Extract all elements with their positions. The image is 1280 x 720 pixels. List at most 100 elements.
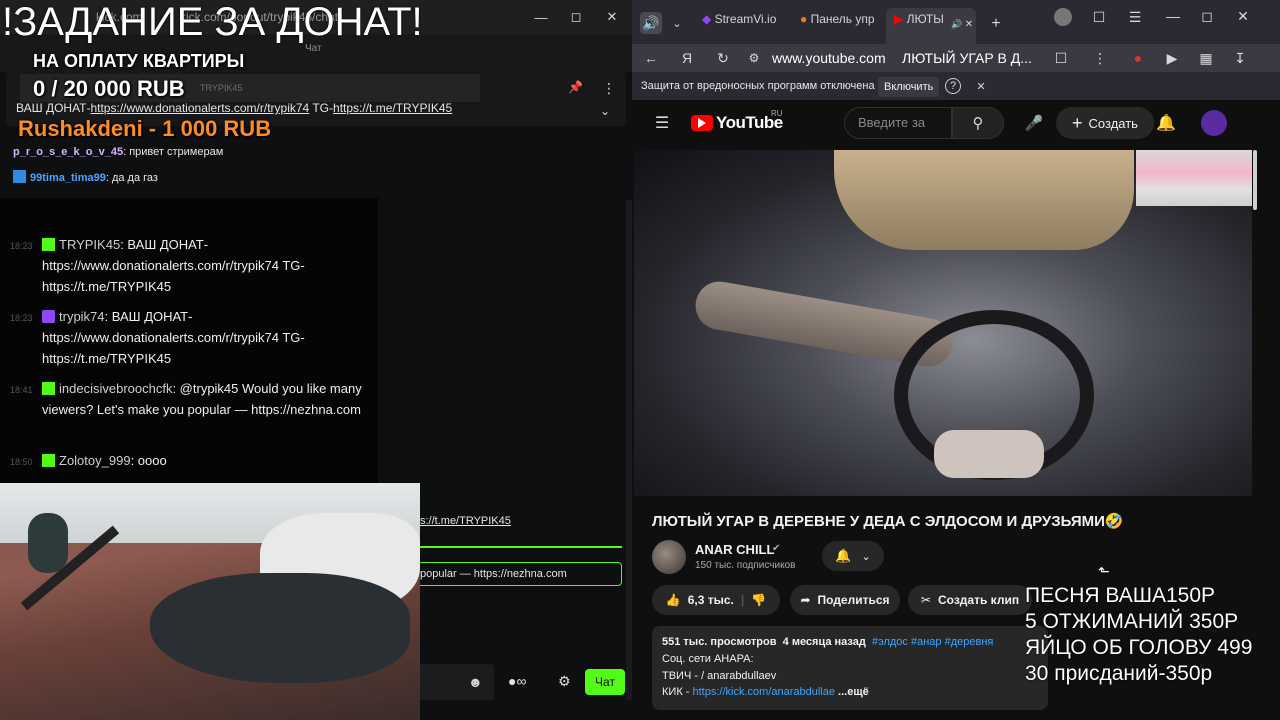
create-label: Создать <box>1088 115 1138 131</box>
media-icon[interactable]: ▶ <box>1164 48 1180 68</box>
clip-label: Создать клип <box>937 593 1020 607</box>
like-count: 6,3 тыс. <box>687 593 734 607</box>
donation-goal-count: 0 / 20 000 RUB <box>33 76 185 101</box>
mouse-cursor-icon: ⬑ <box>1098 563 1110 579</box>
description-line: ТВИЧ - / anarabdullaev <box>662 670 777 682</box>
yandex-icon[interactable]: Я <box>678 48 696 68</box>
kick-link[interactable]: https://kick.com/anarabdullae <box>693 686 835 698</box>
tab-streamvi[interactable]: ◆ StreamVi.io <box>702 12 782 36</box>
message-time: 18:23 <box>10 241 33 251</box>
chat-username[interactable]: indecisivebroochcfk <box>59 381 172 396</box>
reload-icon[interactable]: ↻ <box>714 48 732 68</box>
maximize-button[interactable]: ◻ <box>1198 6 1216 26</box>
youtube-region: RU <box>771 109 783 118</box>
video-overlay-thumbnail <box>1136 150 1252 206</box>
price-item: 30 присданий-350р <box>1025 662 1213 685</box>
message-time: 18:50 <box>10 457 33 467</box>
tab-icon: ● <box>800 12 811 26</box>
reply-divider <box>420 546 622 548</box>
tab-label: Панель упр <box>810 12 875 26</box>
extensions-icon[interactable]: ▦ <box>1198 48 1214 68</box>
tab-label: ЛЮТЫ <box>906 12 944 26</box>
back-icon[interactable]: ← <box>642 48 660 68</box>
minimize-button[interactable]: — <box>1164 6 1182 26</box>
video-title: ЛЮТЫЙ УГАР В ДЕРЕВНЕ У ДЕДА С ЭЛДОСОМ И … <box>652 513 1124 530</box>
chat-username[interactable]: Zolotoy_999 <box>59 453 131 468</box>
kick-badge-icon <box>42 238 55 251</box>
chat-username[interactable]: trypik74 <box>59 309 105 324</box>
upload-date: 4 месяца назад <box>782 636 866 648</box>
close-button[interactable]: ✕ <box>601 6 623 28</box>
new-tab-icon[interactable]: + <box>987 14 1005 34</box>
more-options-icon[interactable]: ⋮ <box>602 80 616 97</box>
points-button[interactable]: ●∞ <box>508 673 526 689</box>
avatar[interactable] <box>1201 110 1227 136</box>
subscription-bell-button[interactable]: 🔔 ⌄ <box>822 541 884 571</box>
chat-side-area <box>378 198 632 488</box>
microphone-icon <box>28 513 68 573</box>
video-player[interactable] <box>634 150 1252 496</box>
twitch-badge-icon <box>42 310 55 323</box>
chat-text: : да да газ <box>105 172 158 184</box>
profile-icon[interactable] <box>1054 8 1072 26</box>
help-icon[interactable]: ? <box>945 78 961 94</box>
bookmark-icon[interactable]: ☐ <box>1052 48 1070 68</box>
video-frame-hand <box>934 430 1044 478</box>
hashtags[interactable]: #элдос #анар #деревня <box>872 636 993 648</box>
donation-goal-title: !ЗАДАНИЕ ЗА ДОНАТ! <box>2 0 423 44</box>
telegram-link[interactable]: s://t.me/TRYPIK45 <box>420 515 511 527</box>
site-info-icon[interactable]: ⚙ <box>746 48 762 68</box>
minimize-button[interactable]: — <box>530 6 552 28</box>
message-time: 18:23 <box>10 313 33 323</box>
donation-price-list: ПЕСНЯ ВАША150Р 5 ОТЖИМАНИЙ 350Р ЯЙЦО ОБ … <box>1025 583 1252 687</box>
gear-icon[interactable]: ⚙ <box>558 673 571 690</box>
menu-icon[interactable]: ☰ <box>1126 8 1144 26</box>
chat-username[interactable]: TRYPIK45 <box>59 237 120 252</box>
pinned-donation-link[interactable]: https://www.donationalerts.com/r/trypik7… <box>90 101 309 115</box>
youtube-play-icon <box>698 118 706 128</box>
chat-username[interactable]: 99tima_tima99 <box>30 172 106 184</box>
show-more-link[interactable]: ...ещё <box>838 686 869 698</box>
close-icon[interactable]: ✕ <box>974 78 988 94</box>
scrollbar[interactable] <box>1253 150 1257 210</box>
address-url[interactable]: www.youtube.com <box>772 50 886 66</box>
more-options-icon[interactable]: ⋮ <box>1092 48 1108 68</box>
thumbs-down-icon: 👎 <box>751 593 767 607</box>
tab-close-icon[interactable]: ✕ <box>964 14 974 34</box>
chevron-down-icon[interactable]: ⌄ <box>668 12 686 34</box>
plus-icon: + <box>1072 112 1083 133</box>
tab-panel[interactable]: ● Панель упр <box>800 12 880 36</box>
search-icon: ⚲ <box>972 115 984 132</box>
description-line: Соц. сети АНАРА: <box>662 653 754 665</box>
bookmark-icon[interactable]: ☐ <box>1090 8 1108 26</box>
channel-name[interactable]: ANAR CHILL <box>695 542 774 557</box>
pin-icon[interactable]: 📌 <box>568 80 583 94</box>
chevron-down-icon[interactable]: ⌄ <box>600 104 610 118</box>
download-icon[interactable]: ↧ <box>1232 48 1248 68</box>
extension-icon[interactable]: ● <box>1130 48 1146 68</box>
create-clip-button[interactable]: ✂ Создать клип <box>908 585 1032 615</box>
enable-protection-button[interactable]: Включить <box>878 77 940 97</box>
hamburger-menu-icon[interactable]: ☰ <box>652 112 672 134</box>
donation-goal-subtitle: НА ОПЛАТУ КВАРТИРЫ <box>33 51 245 71</box>
close-button[interactable]: ✕ <box>1234 6 1252 26</box>
verified-icon: ✔ <box>772 543 781 554</box>
webcam-feed <box>0 483 420 720</box>
create-button[interactable]: + Создать <box>1056 107 1154 139</box>
channel-avatar[interactable] <box>652 540 686 574</box>
tab-icon: ◆ <box>702 12 715 26</box>
share-button[interactable]: ➦ Поделиться <box>790 585 900 615</box>
maximize-button[interactable]: ◻ <box>565 6 587 28</box>
emoji-icon[interactable]: ☻ <box>468 674 483 690</box>
tab-youtube[interactable]: ▶ ЛЮТЫ <box>894 12 954 36</box>
speaker-icon[interactable]: 🔊 <box>640 12 662 34</box>
pinned-telegram-link[interactable]: https://t.me/TRYPIK45 <box>333 101 452 115</box>
notifications-bell-icon[interactable]: 🔔 <box>1156 112 1176 134</box>
microphone-icon[interactable]: 🎤 <box>1024 112 1044 134</box>
video-frame-visor <box>834 150 1134 250</box>
chat-username[interactable]: p_r_o_s_e_k_o_v_45 <box>13 146 123 158</box>
top-donor: Rushakdeni - 1 000 RUB <box>18 116 272 141</box>
send-chat-button[interactable]: Чат <box>585 669 625 695</box>
kick-badge-icon <box>42 382 55 395</box>
like-button[interactable]: 👍 6,3 тыс. | 👎 <box>652 585 780 615</box>
